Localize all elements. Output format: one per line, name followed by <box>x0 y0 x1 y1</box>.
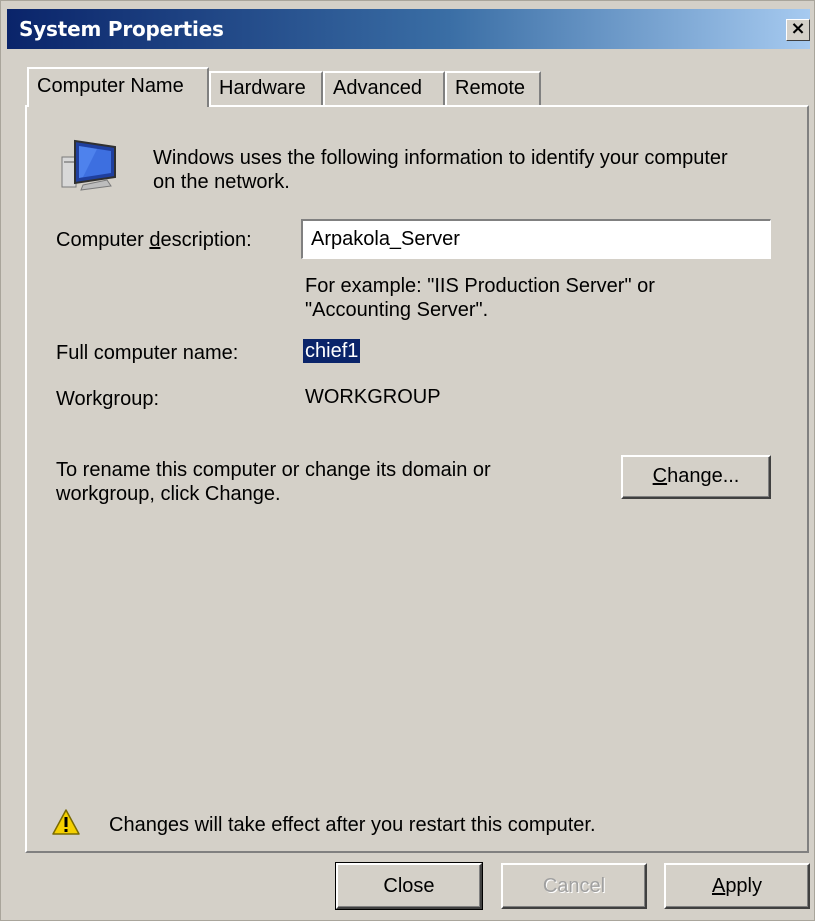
tab-advanced[interactable]: Advanced <box>323 71 445 105</box>
window-title: System Properties <box>19 17 224 41</box>
title-bar[interactable]: System Properties × <box>7 9 810 49</box>
tab-hardware[interactable]: Hardware <box>209 71 323 105</box>
close-window-button[interactable]: × <box>786 19 810 41</box>
tab-remote[interactable]: Remote <box>445 71 541 105</box>
tab-advanced-label: Advanced <box>333 77 422 99</box>
close-button[interactable]: Close <box>335 862 483 910</box>
tab-panel-computer-name <box>25 105 809 853</box>
tab-computer-name-label: Computer Name <box>37 75 184 97</box>
tab-hardware-label: Hardware <box>219 77 306 99</box>
system-properties-window: System Properties × Remote Advanced Hard… <box>0 0 815 921</box>
close-icon: × <box>790 18 806 39</box>
tab-computer-name[interactable]: Computer Name <box>27 67 209 107</box>
tab-remote-label: Remote <box>455 77 526 99</box>
cancel-button[interactable]: Cancel <box>501 863 647 909</box>
apply-button[interactable]: Apply <box>664 863 810 909</box>
